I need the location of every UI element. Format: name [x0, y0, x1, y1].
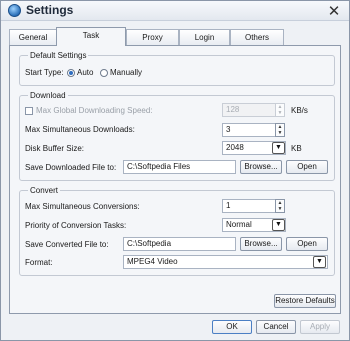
tab-login[interactable]: Login: [179, 29, 230, 45]
settings-window: Settings ✕ General Task Proxy Login Othe…: [0, 0, 350, 341]
browse-convert-button[interactable]: Browse...: [240, 237, 282, 251]
save-converted-label: Save Converted File to:: [25, 240, 109, 249]
tab-proxy[interactable]: Proxy: [126, 29, 179, 45]
window-title: Settings: [26, 3, 74, 17]
open-convert-button[interactable]: Open: [286, 237, 328, 251]
save-downloaded-path-input[interactable]: C:\Softpedia Files: [123, 160, 236, 174]
download-legend: Download: [30, 91, 66, 100]
max-speed-label[interactable]: Max Global Downloading Speed:: [36, 106, 153, 115]
title-bar[interactable]: Settings ✕: [1, 1, 349, 21]
browse-download-button[interactable]: Browse...: [240, 160, 282, 174]
max-conversions-stepper[interactable]: ▲ ▼: [275, 199, 285, 213]
max-downloads-label: Max Simultaneous Downloads:: [25, 125, 135, 134]
restore-defaults-button[interactable]: Restore Defaults: [274, 294, 336, 308]
open-download-button[interactable]: Open: [286, 160, 328, 174]
start-type-auto-label[interactable]: Auto: [77, 68, 93, 77]
close-button[interactable]: ✕: [325, 2, 343, 20]
tab-general[interactable]: General: [9, 29, 57, 45]
max-conversions-label: Max Simultaneous Conversions:: [25, 202, 140, 211]
start-type-manually-radio[interactable]: [100, 69, 108, 77]
max-downloads-stepper[interactable]: ▲ ▼: [275, 123, 285, 137]
format-dropdown-icon[interactable]: ▼: [313, 256, 326, 268]
max-speed-unit: KB/s: [291, 106, 308, 115]
save-converted-path-input[interactable]: C:\Softpedia: [123, 237, 236, 251]
max-speed-stepper[interactable]: ▲ ▼: [275, 103, 285, 117]
tab-task[interactable]: Task: [56, 27, 126, 46]
max-conversions-input[interactable]: 1: [222, 199, 276, 213]
max-downloads-input[interactable]: 3: [222, 123, 276, 137]
format-select[interactable]: MPEG4 Video: [123, 255, 328, 269]
globe-icon: [8, 4, 21, 17]
start-type-label: Start Type:: [25, 68, 64, 77]
start-type-auto-radio[interactable]: [67, 69, 75, 77]
tab-others[interactable]: Others: [230, 29, 284, 45]
max-speed-checkbox[interactable]: [25, 107, 33, 115]
cancel-button[interactable]: Cancel: [256, 320, 296, 334]
buffer-size-unit: KB: [291, 144, 302, 153]
default-settings-legend: Default Settings: [30, 51, 87, 60]
priority-label: Priority of Conversion Tasks:: [25, 221, 127, 230]
buffer-size-label: Disk Buffer Size:: [25, 144, 84, 153]
convert-legend: Convert: [30, 186, 59, 195]
apply-button[interactable]: Apply: [300, 320, 340, 334]
buffer-size-dropdown-icon[interactable]: ▼: [272, 142, 285, 154]
save-downloaded-label: Save Downloaded File to:: [25, 163, 117, 172]
ok-button[interactable]: OK: [212, 320, 252, 334]
format-label: Format:: [25, 258, 53, 267]
task-panel: Default Settings Start Type: Auto Manual…: [9, 45, 341, 314]
max-speed-input[interactable]: 128: [222, 103, 276, 117]
default-settings-group: Default Settings: [19, 51, 335, 86]
start-type-manually-label[interactable]: Manually: [110, 68, 142, 77]
priority-dropdown-icon[interactable]: ▼: [272, 219, 285, 231]
